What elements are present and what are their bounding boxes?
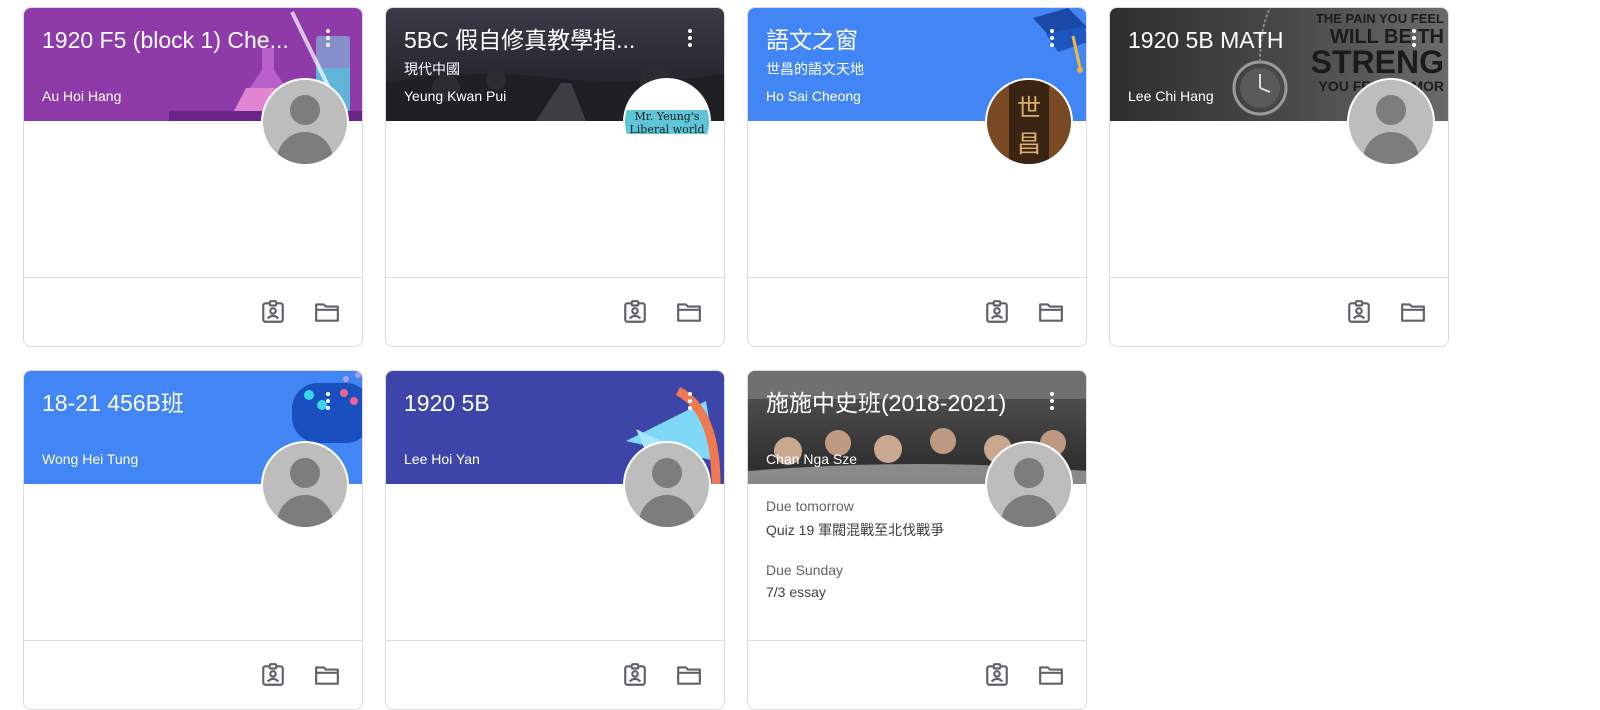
avatar-text: Mr. Yeung's bbox=[634, 110, 700, 123]
background-quote-text: THE PAIN YOU FEEL bbox=[1315, 11, 1444, 26]
teacher-name: Lee Chi Hang bbox=[1128, 88, 1214, 104]
teacher-name: Wong Hei Tung bbox=[42, 451, 139, 467]
teacher-name: Yeung Kwan Pui bbox=[404, 88, 507, 104]
card-footer bbox=[1110, 277, 1448, 346]
due-assignment-link[interactable]: 7/3 essay bbox=[766, 584, 826, 600]
teacher-avatar[interactable]: 世 昌 bbox=[985, 78, 1073, 166]
avatar-text: 昌 bbox=[1017, 131, 1041, 158]
class-title[interactable]: 5BC 假自修真教學指... bbox=[404, 26, 666, 54]
card-footer bbox=[748, 640, 1086, 709]
class-title[interactable]: 1920 F5 (block 1) Che... bbox=[42, 26, 304, 54]
assignment-icon[interactable] bbox=[984, 299, 1010, 325]
folder-icon[interactable] bbox=[1038, 299, 1064, 325]
class-card[interactable]: 1920 5B Lee Hoi Yan bbox=[385, 370, 725, 710]
class-title[interactable]: 1920 5B bbox=[404, 389, 666, 417]
teacher-avatar[interactable] bbox=[261, 78, 349, 166]
more-options-icon[interactable] bbox=[1041, 389, 1063, 415]
teacher-name: Au Hoi Hang bbox=[42, 88, 122, 104]
class-card[interactable]: 1920 F5 (block 1) Che... Au Hoi Hang bbox=[23, 7, 363, 347]
avatar-text: 世 bbox=[1017, 95, 1041, 122]
more-options-icon[interactable] bbox=[1403, 26, 1425, 52]
folder-icon[interactable] bbox=[676, 299, 702, 325]
teacher-name: Lee Hoi Yan bbox=[404, 451, 480, 467]
assignment-icon[interactable] bbox=[260, 662, 286, 688]
due-label: Due Sunday bbox=[766, 562, 844, 578]
more-options-icon[interactable] bbox=[317, 26, 339, 52]
assignment-icon[interactable] bbox=[1346, 299, 1372, 325]
class-section: 世昌的語文天地 bbox=[766, 61, 864, 77]
teacher-avatar[interactable]: Mr. Yeung's Liberal world bbox=[623, 78, 711, 166]
teacher-name: Ho Sai Cheong bbox=[766, 88, 861, 104]
due-assignment-link[interactable]: Quiz 19 軍閥混戰至北伐戰爭 bbox=[766, 520, 944, 540]
class-card[interactable]: 語文之窗 世昌的語文天地 Ho Sai Cheong 世 昌 bbox=[747, 7, 1087, 347]
class-title[interactable]: 18-21 456B班 bbox=[42, 389, 304, 417]
more-options-icon[interactable] bbox=[317, 389, 339, 415]
class-section: 現代中國 bbox=[404, 61, 460, 77]
more-options-icon[interactable] bbox=[679, 389, 701, 415]
card-footer bbox=[748, 277, 1086, 346]
class-card[interactable]: 施施中史班(2018-2021) Chan Nga Sze Due tomorr… bbox=[747, 370, 1087, 710]
class-title[interactable]: 1920 5B MATH bbox=[1128, 26, 1390, 54]
due-label: Due tomorrow bbox=[766, 498, 854, 514]
teacher-avatar[interactable] bbox=[261, 441, 349, 529]
more-options-icon[interactable] bbox=[679, 26, 701, 52]
more-options-icon[interactable] bbox=[1041, 26, 1063, 52]
card-footer bbox=[386, 640, 724, 709]
class-card[interactable]: 18-21 456B班 Wong Hei Tung bbox=[23, 370, 363, 710]
teacher-avatar[interactable] bbox=[1347, 78, 1435, 166]
teacher-avatar[interactable] bbox=[985, 441, 1073, 529]
folder-icon[interactable] bbox=[1400, 299, 1426, 325]
class-card[interactable]: THE PAIN YOU FEEL WILL BE TH STRENG YOU … bbox=[1109, 7, 1449, 347]
folder-icon[interactable] bbox=[314, 299, 340, 325]
card-footer bbox=[24, 640, 362, 709]
assignment-icon[interactable] bbox=[622, 662, 648, 688]
avatar-text: Liberal world bbox=[629, 123, 705, 136]
assignment-icon[interactable] bbox=[622, 299, 648, 325]
assignment-icon[interactable] bbox=[260, 299, 286, 325]
folder-icon[interactable] bbox=[676, 662, 702, 688]
folder-icon[interactable] bbox=[1038, 662, 1064, 688]
assignment-icon[interactable] bbox=[984, 662, 1010, 688]
class-card[interactable]: 5BC 假自修真教學指... 現代中國 Yeung Kwan Pui Mr. Y… bbox=[385, 7, 725, 347]
class-title[interactable]: 語文之窗 bbox=[766, 26, 1028, 54]
teacher-avatar[interactable] bbox=[623, 441, 711, 529]
teacher-name: Chan Nga Sze bbox=[766, 451, 858, 467]
class-title[interactable]: 施施中史班(2018-2021) bbox=[766, 389, 1028, 417]
folder-icon[interactable] bbox=[314, 662, 340, 688]
card-footer bbox=[386, 277, 724, 346]
card-footer bbox=[24, 277, 362, 346]
